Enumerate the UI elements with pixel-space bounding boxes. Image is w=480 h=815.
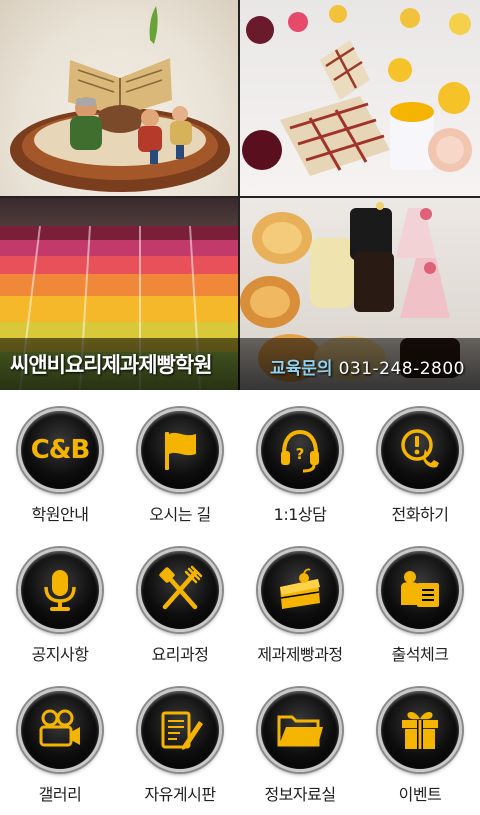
folder-icon bbox=[277, 715, 323, 747]
menu-item-label: 요리과정 bbox=[151, 645, 209, 664]
video-camera-icon bbox=[39, 709, 80, 747]
cooking-utensils-icon bbox=[159, 565, 203, 610]
menu-item-label: 학원안내 bbox=[31, 505, 89, 524]
gallery-button[interactable] bbox=[18, 688, 102, 772]
academy-name: 씨앤비요리제과제빵학원 bbox=[10, 353, 213, 377]
photo-petit-fours bbox=[240, 0, 480, 196]
menu-item-label: 갤러리 bbox=[38, 785, 82, 804]
cake-icon bbox=[280, 568, 320, 609]
gift-icon bbox=[402, 712, 438, 749]
contact-label: 교육문의 bbox=[270, 359, 333, 379]
menu-item-cooking-course[interactable]: 요리과정 bbox=[120, 535, 240, 675]
call-button[interactable] bbox=[378, 408, 462, 492]
info-archive-button[interactable] bbox=[258, 688, 342, 772]
menu-item-call[interactable]: 전화하기 bbox=[360, 395, 480, 535]
attendance-button[interactable] bbox=[378, 548, 462, 632]
cooking-course-button[interactable] bbox=[138, 548, 222, 632]
menu-item-baking-course[interactable]: 제과제빵과정 bbox=[240, 535, 360, 675]
photo-banner: 씨앤비요리제과제빵학원 교육문의 031-248-2800 bbox=[0, 0, 480, 390]
menu-item-consultation[interactable]: ? 1:1상담 bbox=[240, 395, 360, 535]
menu-item-directions[interactable]: 오시는 길 bbox=[120, 395, 240, 535]
svg-text:?: ? bbox=[296, 445, 305, 463]
attendance-icon bbox=[401, 571, 439, 607]
menu-item-label: 출석체크 bbox=[391, 645, 449, 664]
cb-logo-icon: C&B bbox=[30, 435, 91, 465]
notepad-pencil-icon bbox=[161, 711, 203, 750]
consultation-button[interactable]: ? bbox=[258, 408, 342, 492]
menu-item-label: 제과제빵과정 bbox=[257, 645, 343, 664]
baking-course-button[interactable] bbox=[258, 548, 342, 632]
main-menu-grid: C&B 학원안내 오시는 길 ? 1:1상담 전화하기 공지사항 요리과정 제과… bbox=[0, 395, 480, 804]
menu-item-attendance[interactable]: 출석체크 bbox=[360, 535, 480, 675]
contact-phone[interactable]: 031-248-2800 bbox=[339, 359, 465, 379]
notice-button[interactable] bbox=[18, 548, 102, 632]
menu-item-gallery[interactable]: 갤러리 bbox=[0, 675, 120, 815]
headset-icon: ? bbox=[281, 429, 319, 473]
microphone-icon bbox=[44, 570, 76, 611]
contact-info[interactable]: 교육문의 031-248-2800 bbox=[270, 354, 465, 379]
menu-item-notice[interactable]: 공지사항 bbox=[0, 535, 120, 675]
menu-item-label: 1:1상담 bbox=[273, 505, 327, 524]
menu-item-label: 자유게시판 bbox=[144, 785, 216, 804]
menu-item-label: 공지사항 bbox=[31, 645, 89, 664]
menu-item-label: 전화하기 bbox=[391, 505, 449, 524]
menu-item-free-board[interactable]: 자유게시판 bbox=[120, 675, 240, 815]
menu-item-event[interactable]: 이벤트 bbox=[360, 675, 480, 815]
photo-cake-figurines bbox=[0, 0, 238, 196]
academy-info-button[interactable]: C&B bbox=[18, 408, 102, 492]
free-board-button[interactable] bbox=[138, 688, 222, 772]
phone-call-icon bbox=[401, 429, 439, 468]
event-button[interactable] bbox=[378, 688, 462, 772]
menu-item-label: 정보자료실 bbox=[264, 785, 336, 804]
directions-button[interactable] bbox=[138, 408, 222, 492]
menu-item-label: 이벤트 bbox=[398, 785, 442, 804]
menu-item-label: 오시는 길 bbox=[149, 505, 211, 524]
flag-icon bbox=[165, 432, 196, 470]
menu-item-info-archive[interactable]: 정보자료실 bbox=[240, 675, 360, 815]
menu-item-academy-info[interactable]: C&B 학원안내 bbox=[0, 395, 120, 535]
